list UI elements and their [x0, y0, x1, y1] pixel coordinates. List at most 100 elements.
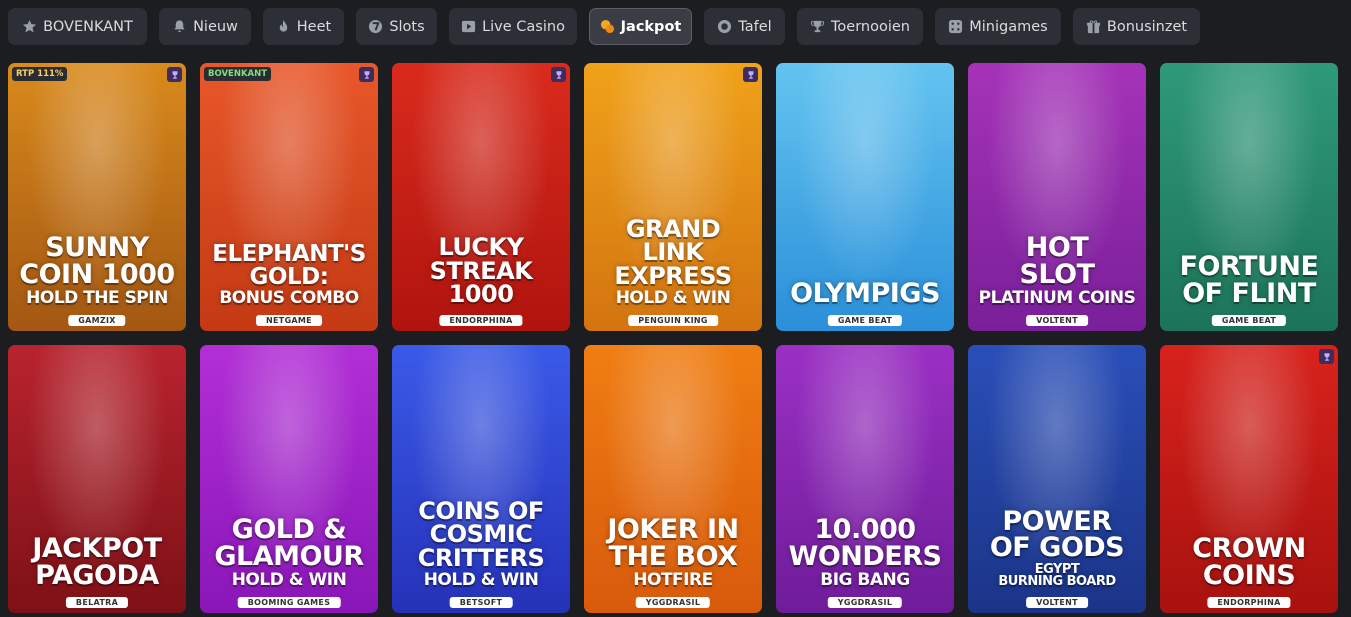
- provider-label: YGGDRASIL: [827, 597, 903, 608]
- tab-minigames[interactable]: Minigames: [935, 8, 1061, 45]
- provider-label: BELATRA: [65, 597, 129, 608]
- jackpot-crown-icon: [743, 67, 758, 82]
- game-title: JACKPOT PAGODA: [12, 533, 182, 591]
- game-badge: RTP 111%: [12, 67, 68, 81]
- game-title: GOLD & GLAMOUR HOLD & WIN: [204, 514, 374, 591]
- game-card[interactable]: OLYMPIGS GAME BEAT: [776, 63, 954, 331]
- jackpot-crown-icon: [167, 67, 182, 82]
- game-badge: BOVENKANT: [204, 67, 272, 81]
- tab-heet[interactable]: Heet: [263, 8, 344, 45]
- game-card[interactable]: LUCKY STREAK 1000 ENDORPHINA: [392, 63, 570, 331]
- tab-label: Nieuw: [193, 18, 238, 35]
- game-title-main: ELEPHANT'S GOLD:: [212, 241, 366, 290]
- dice-icon: [948, 19, 963, 34]
- game-card[interactable]: FORTUNE OF FLINT GAME BEAT: [1160, 63, 1338, 331]
- provider-label: ENDORPHINA: [439, 315, 523, 326]
- game-title-main: JOKER IN THE BOX: [607, 514, 739, 572]
- tab-tafel[interactable]: Tafel: [704, 8, 785, 45]
- game-card[interactable]: CROWN COINS ENDORPHINA: [1160, 345, 1338, 613]
- provider-label: GAME BEAT: [827, 315, 903, 326]
- game-title-sub: EGYPT BURNING BOARD: [998, 561, 1116, 590]
- tab-nieuw[interactable]: Nieuw: [159, 8, 251, 45]
- star-icon: [22, 19, 37, 34]
- tab-slots[interactable]: Slots: [356, 8, 437, 45]
- game-title-sub: PLATINUM COINS: [978, 288, 1136, 309]
- tab-label: Slots: [389, 18, 425, 35]
- jackpot-crown-icon: [1319, 349, 1334, 364]
- game-title: GRAND LINK EXPRESS HOLD & WIN: [588, 214, 758, 309]
- game-title-main: FORTUNE OF FLINT: [1179, 251, 1319, 309]
- tab-label: Jackpot: [620, 18, 682, 35]
- game-title: ELEPHANT'S GOLD: BONUS COMBO: [204, 243, 374, 307]
- game-title-main: COINS OF COSMIC CRITTERS: [417, 496, 545, 572]
- game-title-main: OLYMPIGS: [790, 277, 940, 309]
- game-card[interactable]: RTP 111% SUNNY COIN 1000 HOLD THE SPIN GAMZ…: [8, 63, 186, 331]
- bell-icon: [172, 19, 187, 34]
- game-title: POWER OF GODS EGYPT BURNING BOARD: [972, 505, 1142, 590]
- game-title: LUCKY STREAK 1000: [396, 236, 566, 307]
- provider-label: VOLTENT: [1026, 315, 1088, 326]
- game-card[interactable]: POWER OF GODS EGYPT BURNING BOARD VOLTENT: [968, 345, 1146, 613]
- game-title: 10.000 WONDERS BIG BANG: [780, 514, 950, 591]
- game-card[interactable]: GOLD & GLAMOUR HOLD & WIN BOOMING GAMES: [200, 345, 378, 613]
- provider-label: GAME BEAT: [1211, 315, 1287, 326]
- coins-icon: [600, 19, 615, 34]
- game-title-sub: BONUS COMBO: [219, 288, 359, 309]
- jackpot-crown-icon: [551, 67, 566, 82]
- game-title: JOKER IN THE BOX HOTFIRE: [588, 514, 758, 591]
- game-title-sub: HOLD & WIN: [231, 570, 347, 591]
- tab-label: Minigames: [969, 18, 1048, 35]
- game-title: COINS OF COSMIC CRITTERS HOLD & WIN: [396, 496, 566, 591]
- provider-label: NETGAME: [256, 315, 322, 326]
- tab-jackpot[interactable]: Jackpot: [589, 8, 692, 45]
- provider-label: GAMZIX: [68, 315, 126, 326]
- game-title-main: GOLD & GLAMOUR: [214, 514, 364, 572]
- play-icon: [461, 19, 476, 34]
- tab-live-casino[interactable]: Live Casino: [449, 8, 577, 45]
- game-title-main: JACKPOT PAGODA: [32, 533, 162, 591]
- tab-label: Tafel: [738, 18, 772, 35]
- game-title-sub: HOLD & WIN: [615, 288, 731, 309]
- game-card[interactable]: JOKER IN THE BOX HOTFIRE YGGDRASIL: [584, 345, 762, 613]
- provider-label: PENGUIN KING: [628, 315, 718, 326]
- provider-label: BETSOFT: [449, 597, 513, 608]
- trophy-icon: [810, 19, 825, 34]
- game-title: CROWN COINS: [1164, 535, 1334, 589]
- provider-label: VOLTENT: [1026, 597, 1088, 608]
- gift-icon: [1086, 19, 1101, 34]
- game-card[interactable]: 10.000 WONDERS BIG BANG YGGDRASIL: [776, 345, 954, 613]
- game-title-main: POWER OF GODS: [989, 505, 1125, 564]
- game-title-main: LUCKY STREAK 1000: [429, 233, 533, 309]
- game-card[interactable]: COINS OF COSMIC CRITTERS HOLD & WIN BETSOF…: [392, 345, 570, 613]
- provider-label: YGGDRASIL: [635, 597, 711, 608]
- tab-toernooien[interactable]: Toernooien: [797, 8, 923, 45]
- game-card[interactable]: GRAND LINK EXPRESS HOLD & WIN PENGUIN KING: [584, 63, 762, 331]
- game-card[interactable]: HOT SLOT PLATINUM COINS VOLTENT: [968, 63, 1146, 331]
- game-title-main: 10.000 WONDERS: [788, 514, 942, 572]
- game-title: OLYMPIGS: [780, 277, 950, 309]
- game-title: HOT SLOT PLATINUM COINS: [972, 232, 1142, 309]
- tab-bovenkant[interactable]: BOVENKANT: [8, 8, 147, 45]
- seven-icon: [368, 19, 383, 34]
- provider-label: ENDORPHINA: [1207, 597, 1291, 608]
- game-title: SUNNY COIN 1000 HOLD THE SPIN: [12, 232, 182, 307]
- game-title-sub: HOTFIRE: [633, 570, 713, 591]
- game-title-main: SUNNY COIN 1000: [19, 232, 175, 290]
- game-title: FORTUNE OF FLINT: [1164, 251, 1334, 309]
- tab-label: Toernooien: [831, 18, 910, 35]
- chip-icon: [717, 19, 732, 34]
- flame-icon: [276, 19, 291, 34]
- game-title-main: GRAND LINK EXPRESS: [614, 214, 732, 290]
- tab-label: Live Casino: [482, 18, 565, 35]
- game-title-sub: HOLD & WIN: [423, 570, 539, 591]
- game-card[interactable]: JACKPOT PAGODA BELATRA: [8, 345, 186, 613]
- tab-label: Bonusinzet: [1106, 18, 1188, 35]
- tab-bonusinzet[interactable]: Bonusinzet: [1073, 8, 1200, 45]
- game-title-sub: BIG BANG: [820, 570, 910, 591]
- game-title-main: HOT SLOT: [1019, 232, 1095, 290]
- provider-label: BOOMING GAMES: [237, 597, 341, 608]
- tab-label: Heet: [296, 18, 332, 35]
- jackpot-crown-icon: [359, 67, 374, 82]
- game-card[interactable]: BOVENKANT ELEPHANT'S GOLD: BONUS COMBO NETG…: [200, 63, 378, 331]
- tab-label: BOVENKANT: [43, 18, 133, 35]
